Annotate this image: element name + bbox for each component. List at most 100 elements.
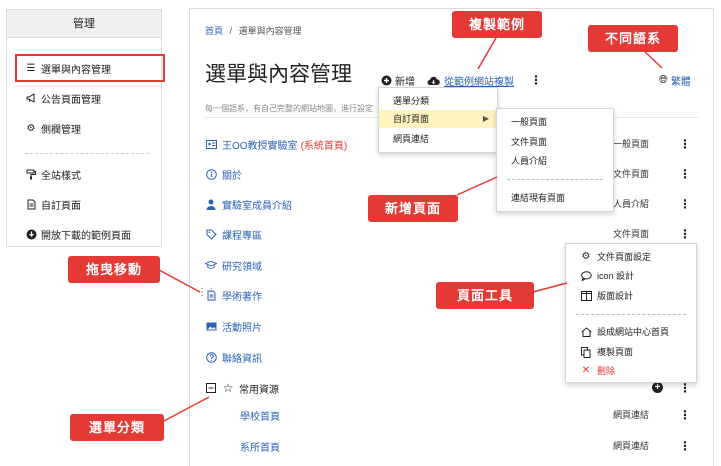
menu-child-row[interactable]: 系所首頁 網頁連結 ⋮ xyxy=(205,438,693,454)
menu-row[interactable]: 關於 文件頁面 ⋮ xyxy=(205,166,693,182)
admin-sidebar: 管理 ☰ 選單與內容管理 公告頁面管理 ⚙ 側欄管理 全站樣式 自訂頁面 開放下… xyxy=(6,9,165,247)
menu-row-label[interactable]: 活動照片 xyxy=(222,319,262,334)
page-type: 網頁連結 xyxy=(612,441,649,451)
info-icon xyxy=(205,168,217,180)
new-button[interactable]: 新增 xyxy=(381,73,415,88)
sidebar-item-label: 側欄管理 xyxy=(41,124,81,136)
menu-item-custom-page[interactable]: 自訂頁面 ▶ xyxy=(379,110,497,128)
row-more-button[interactable]: ⋮ xyxy=(679,196,691,212)
menu-row-label[interactable]: 系所首頁 xyxy=(240,439,280,454)
breadcrumb-home-link[interactable]: 首頁 xyxy=(205,26,223,36)
menu-row-label[interactable]: 研究領域 xyxy=(222,258,262,273)
menu-row-label[interactable]: 實驗室成員介紹 xyxy=(222,197,292,212)
sidebar-item-menu-content[interactable]: ☰ 選單與內容管理 xyxy=(25,60,111,76)
columns-icon xyxy=(580,291,592,301)
submenu-item-link-existing[interactable]: 連結現有頁面 xyxy=(497,189,613,207)
page-type: 一般頁面 xyxy=(612,139,649,149)
document-icon xyxy=(25,199,37,210)
download-circle-icon xyxy=(25,229,37,240)
menu-row-label[interactable]: 聯絡資訊 xyxy=(222,350,262,365)
copy-icon xyxy=(580,346,592,358)
breadcrumb-separator: / xyxy=(229,26,233,36)
menu-row-label[interactable]: 學術著作 xyxy=(222,288,262,303)
comment-icon xyxy=(580,271,592,281)
system-home-badge: (系統首頁) xyxy=(300,140,348,152)
sidebar-item-download-examples[interactable]: 開放下載的範例頁面 xyxy=(25,226,131,242)
globe-icon: 🌐︎ xyxy=(659,74,668,86)
language-switcher[interactable]: 🌐︎ 繁體 xyxy=(659,73,691,88)
menu-item-category[interactable]: 選單分類 xyxy=(379,92,497,110)
tag-icon xyxy=(205,229,217,240)
page-type: 文件頁面 xyxy=(612,229,649,239)
question-icon xyxy=(205,351,217,363)
list-icon: ☰ xyxy=(26,62,36,74)
tools-divider xyxy=(576,314,686,315)
submenu-item-people-page[interactable]: 人員介紹 xyxy=(497,152,613,170)
sidebar-item-label: 選單與內容管理 xyxy=(41,64,111,76)
menu-row-label[interactable]: 王OO教授實驗室 xyxy=(222,137,298,152)
image-icon xyxy=(205,322,217,331)
tool-copy-page[interactable]: 複製頁面 xyxy=(566,343,696,361)
custom-page-submenu: 一般頁面 文件頁面 人員介紹 連結現有頁面 xyxy=(496,108,614,212)
content-panel: 首頁 / 選單與內容管理 選單與內容管理 新增 從範例網站複製 ⋮ 🌐︎ 繁體 … xyxy=(189,8,714,466)
description-text: 每一個語系，有自己完整的網站地圖，進行設定 xyxy=(205,104,373,113)
menu-row-label[interactable]: 關於 xyxy=(222,167,242,182)
row-more-button[interactable]: ⋮ xyxy=(679,438,691,454)
menu-item-label: 自訂頁面 xyxy=(393,114,430,124)
copy-from-example-button[interactable]: 從範例網站複製 xyxy=(427,73,514,88)
submenu-item-general-page[interactable]: 一般頁面 xyxy=(497,113,613,131)
row-more-button[interactable]: ⋮ xyxy=(679,226,691,242)
sidebar-item-label: 開放下載的範例頁面 xyxy=(41,230,131,242)
callout-menu-category: 選單分類 xyxy=(70,414,164,441)
tool-delete[interactable]: ✕ 刪除 xyxy=(566,362,696,380)
sidebar-item-announcements[interactable]: 公告頁面管理 xyxy=(25,90,101,106)
callout-page-tools: 頁面工具 xyxy=(436,282,534,309)
toolbar-more-button[interactable]: ⋮ xyxy=(530,73,542,87)
menu-item-web-link[interactable]: 網頁連結 xyxy=(379,130,497,148)
page-type: 人員介紹 xyxy=(612,199,649,209)
tool-set-home[interactable]: 設成網站中心首頁 xyxy=(566,323,696,341)
submenu-item-document-page[interactable]: 文件頁面 xyxy=(497,133,613,151)
document-icon xyxy=(205,290,217,301)
new-dropdown-menu: 選單分類 自訂頁面 ▶ 網頁連結 xyxy=(378,87,498,153)
page-type: 文件頁面 xyxy=(612,169,649,179)
row-more-button[interactable]: ⋮ xyxy=(679,166,691,182)
caret-right-icon: ▶ xyxy=(482,114,489,123)
menu-row[interactable]: 課程專區 文件頁面 ⋮ xyxy=(205,226,693,242)
menu-row-label[interactable]: 學校首頁 xyxy=(240,408,280,423)
person-icon xyxy=(205,199,217,210)
callout-new-page: 新增頁面 xyxy=(368,195,458,222)
sidebar-item-side-columns[interactable]: ⚙ 側欄管理 xyxy=(25,120,81,136)
row-more-button[interactable]: ⋮ xyxy=(679,407,691,423)
sidebar-divider xyxy=(25,153,149,154)
sidebar-item-label: 公告頁面管理 xyxy=(41,94,101,106)
tool-icon-design[interactable]: icon 設計 xyxy=(566,267,696,285)
language-label: 繁體 xyxy=(670,77,691,88)
tool-layout-design[interactable]: 版面設計 xyxy=(566,287,696,305)
menu-row-label[interactable]: 常用資源 xyxy=(239,381,279,396)
add-child-button[interactable]: + xyxy=(652,382,663,393)
cloud-download-icon xyxy=(427,76,440,85)
collapse-icon[interactable] xyxy=(205,383,217,393)
id-card-icon xyxy=(205,139,217,149)
sidebar-item-site-style[interactable]: 全站樣式 xyxy=(25,166,81,182)
megaphone-icon xyxy=(25,93,37,103)
breadcrumb-current: 選單與內容管理 xyxy=(238,26,302,36)
submenu-divider xyxy=(507,179,603,180)
page-title: 選單與內容管理 xyxy=(205,63,352,86)
sidebar-item-custom-pages[interactable]: 自訂頁面 xyxy=(25,196,81,212)
tool-document-settings[interactable]: ⚙ 文件頁面設定 xyxy=(566,248,696,266)
menu-row-label[interactable]: 課程專區 xyxy=(222,227,262,242)
paint-roller-icon xyxy=(25,169,37,180)
star-icon: ☆ xyxy=(222,381,234,395)
home-icon xyxy=(580,327,592,337)
menu-child-row[interactable]: 學校首頁 網頁連結 ⋮ xyxy=(205,407,693,423)
sidebar-item-label: 自訂頁面 xyxy=(41,200,81,212)
new-button-label: 新增 xyxy=(395,77,415,88)
copy-from-example-label: 從範例網站複製 xyxy=(444,77,514,88)
sidebar-title: 管理 xyxy=(7,10,161,38)
callout-drag-move: 拖曳移動 xyxy=(68,256,160,283)
row-more-button[interactable]: ⋮ xyxy=(679,136,691,152)
breadcrumb: 首頁 / 選單與內容管理 xyxy=(205,24,302,37)
close-icon: ✕ xyxy=(581,365,591,376)
